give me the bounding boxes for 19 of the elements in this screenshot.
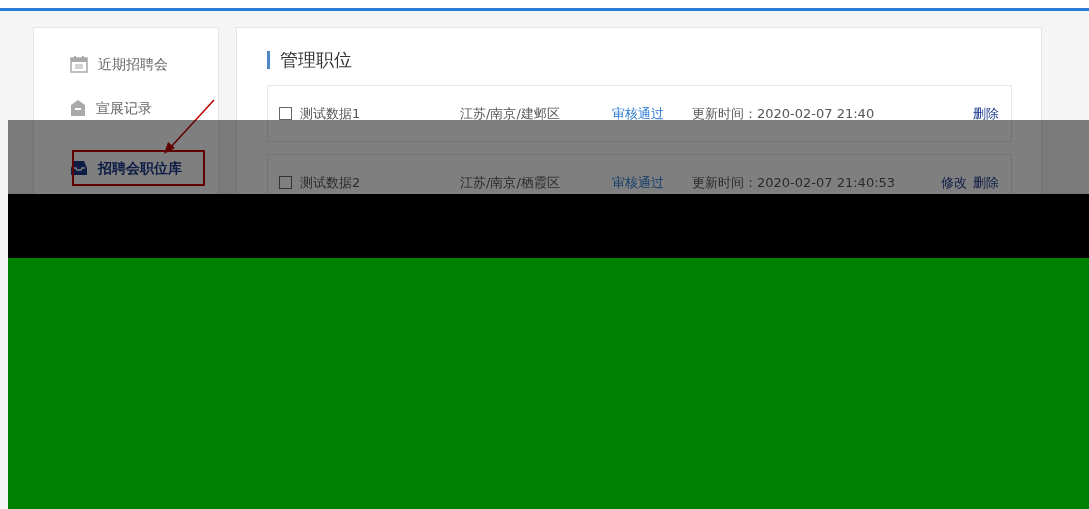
job-location: 江苏/南京/建邺区	[460, 104, 561, 123]
sidebar-item[interactable]: 宣展记录	[70, 90, 154, 126]
action-link[interactable]: 删除	[973, 172, 999, 193]
checkbox[interactable]	[279, 176, 292, 189]
update-time: 更新时间：2020-02-07 21:40	[692, 104, 876, 123]
job-location: 江苏/南京/栖霞区	[460, 173, 561, 192]
update-time: 更新时间：2020-02-07 21:40:53	[692, 173, 897, 192]
checkbox[interactable]	[279, 107, 292, 120]
status-link[interactable]: 审核通过	[612, 172, 692, 193]
title-accent	[267, 50, 270, 69]
sidebar-item[interactable]: 近期招聘会	[70, 46, 170, 82]
calendar-icon	[70, 55, 88, 73]
status-link[interactable]: 审核通过	[612, 103, 692, 124]
building-icon	[70, 99, 86, 117]
action-link[interactable]: 删除	[973, 103, 999, 124]
job-name: 测试数据2	[300, 173, 362, 192]
section-title: 管理职位	[280, 48, 352, 72]
action-link[interactable]: 修改	[941, 172, 967, 193]
job-name: 测试数据1	[300, 104, 362, 123]
